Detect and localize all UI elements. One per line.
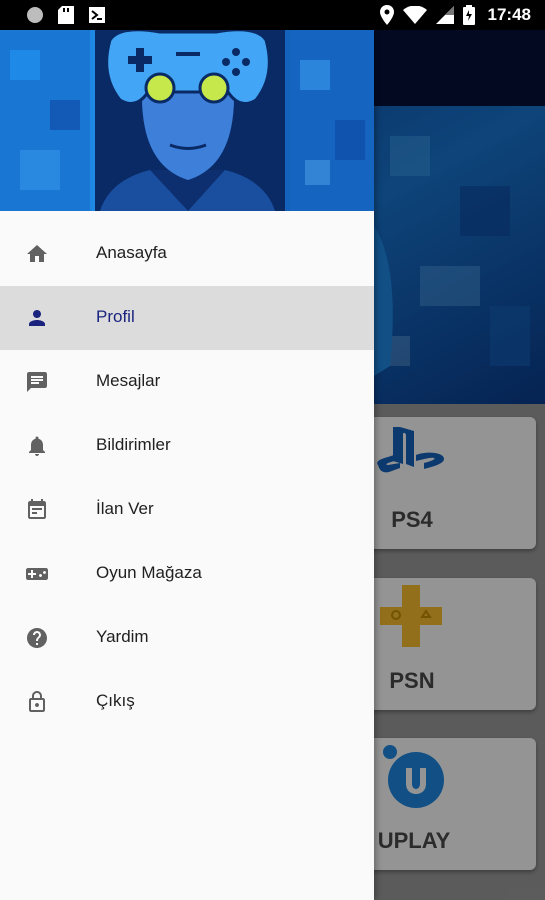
wifi-icon — [402, 6, 427, 24]
gamepad-icon — [26, 568, 48, 580]
menu-item-label: Bildirimler — [96, 435, 171, 454]
record-icon — [27, 7, 43, 23]
menu-item-label: İlan Ver — [96, 499, 154, 518]
help-icon — [27, 628, 47, 648]
menu-item-yardim[interactable]: Yardim — [0, 606, 374, 670]
navigation-drawer: Anasayfa Profil Mesajlar Bildirimler İla… — [0, 30, 374, 900]
menu-item-label: Profil — [96, 307, 135, 326]
status-bar: 17:48 — [0, 0, 545, 30]
lock-icon — [29, 691, 45, 712]
menu-item-ilan-ver[interactable]: İlan Ver — [0, 478, 374, 542]
clock: 17:48 — [487, 5, 531, 24]
person-icon — [29, 310, 45, 326]
app-notification-icon — [89, 7, 105, 23]
menu-item-label: Oyun Mağaza — [96, 563, 202, 582]
message-icon — [27, 372, 47, 392]
bell-icon — [29, 436, 45, 456]
menu-item-label: Mesajlar — [96, 371, 161, 390]
drawer-menu: Anasayfa Profil Mesajlar Bildirimler İla… — [0, 222, 374, 734]
cell-signal-icon — [435, 6, 454, 24]
menu-item-bildirimler[interactable]: Bildirimler — [0, 414, 374, 478]
menu-item-label: Çıkış — [96, 691, 135, 710]
drawer-header-image — [0, 30, 374, 211]
calendar-icon — [28, 499, 46, 519]
menu-item-mesajlar[interactable]: Mesajlar — [0, 350, 374, 414]
menu-item-label: Anasayfa — [96, 243, 167, 262]
battery-icon — [462, 5, 475, 25]
menu-item-label: Yardim — [96, 627, 149, 646]
location-icon — [379, 5, 394, 25]
home-icon — [27, 245, 47, 262]
menu-item-oyun-magaza[interactable]: Oyun Mağaza — [0, 542, 374, 606]
menu-item-anasayfa[interactable]: Anasayfa — [0, 222, 374, 286]
menu-item-cikis[interactable]: Çıkış — [0, 670, 374, 734]
gamer-illustration — [0, 30, 374, 211]
sd-card-icon — [58, 6, 74, 24]
menu-item-profil[interactable]: Profil — [0, 286, 374, 350]
